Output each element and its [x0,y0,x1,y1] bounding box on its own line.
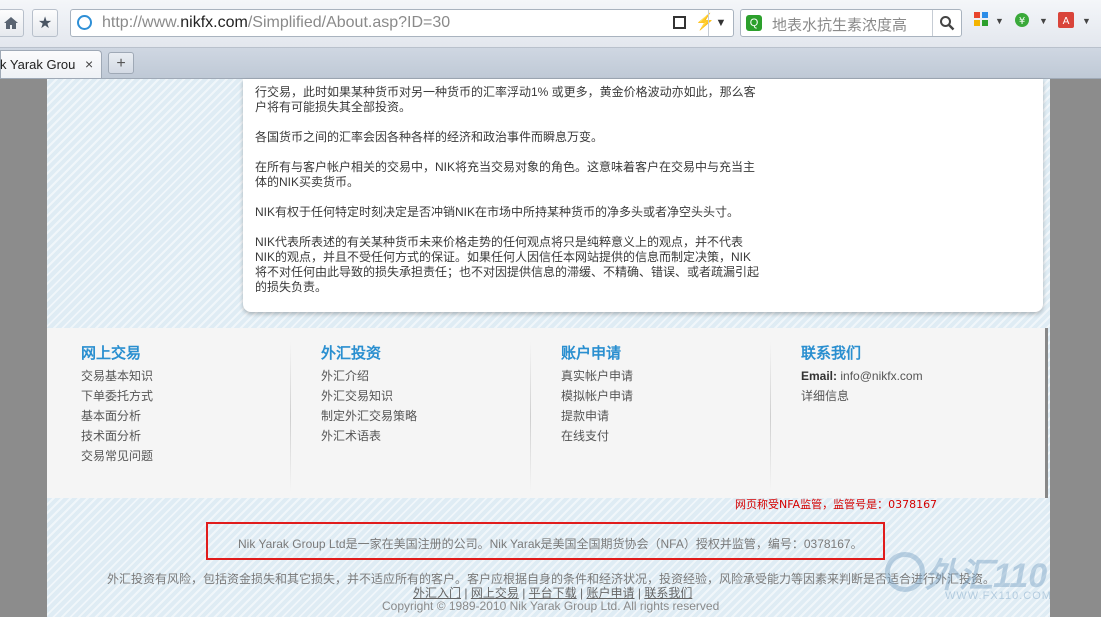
footer-bottom-link[interactable]: 账户申请 [586,586,634,600]
link-separator: | [580,586,584,600]
footer-link[interactable]: 技术面分析 [81,426,153,446]
footer-column-account: 账户申请 真实帐户申请 模拟帐户申请 提款申请 在线支付 [561,342,633,446]
link-separator: | [464,586,468,600]
new-tab-button[interactable]: + [108,52,134,74]
svg-text:¥: ¥ [1019,16,1025,27]
footer-link[interactable]: 交易常见问题 [81,446,153,466]
content-paragraph: NIK代表所表述的有关某种货币未来价格走势的任何观点将只是纯粹意义上的观点，并不… [255,235,760,294]
qr-code-icon[interactable] [673,16,686,29]
footer-link[interactable]: 基本面分析 [81,406,153,426]
footer-heading[interactable]: 网上交易 [81,342,153,363]
footer-heading[interactable]: 账户申请 [561,342,633,363]
svg-text:A: A [1063,16,1070,27]
content-paragraph: 各国货币之间的汇率会因各种各样的经济和政治事件而瞬息万变。 [255,130,604,144]
tab-title: k Yarak Grou [0,57,76,72]
email-label: Email: [801,369,838,383]
chevron-down-icon: ▼ [715,17,727,29]
apps-dropdown-icon[interactable]: ▼ [995,16,1004,26]
translate-dropdown-icon[interactable]: ▼ [1082,16,1091,26]
close-icon[interactable]: × [85,56,93,72]
browser-toolbar: ★ http://www.nikfx.com/Simplified/About.… [0,0,1101,48]
globe-icon [77,15,92,30]
footer-link[interactable]: 真实帐户申请 [561,366,633,386]
footer-link[interactable]: 外汇介绍 [321,366,417,386]
footer-heading[interactable]: 联系我们 [801,342,923,363]
search-engine-icon[interactable]: Q [746,15,762,31]
logo-circle-icon [885,552,925,592]
link-separator: | [522,586,526,600]
column-divider [530,342,531,492]
copyright-text: Copyright © 1989-2010 Nik Yarak Group Lt… [382,599,720,613]
search-button[interactable] [932,10,961,36]
registration-text: Nik Yarak Group Ltd是一家在美国注册的公司。Nik Yarak… [238,537,863,551]
footer-nav-panel: 网上交易 交易基本知识 下单委托方式 基本面分析 技术面分析 交易常见问题 外汇… [47,328,1047,498]
address-bar[interactable]: http://www.nikfx.com/Simplified/About.as… [70,9,734,37]
star-icon: ★ [37,15,53,32]
footer-bottom-link[interactable]: 网上交易 [471,586,519,600]
home-icon [4,17,18,29]
footer-link[interactable]: 在线支付 [561,426,633,446]
footer-link[interactable]: 外汇术语表 [321,426,417,446]
footer-column-forex: 外汇投资 外汇介绍 外汇交易知识 制定外汇交易策略 外汇术语表 [321,342,417,446]
content-card: 行交易，此时如果某种货币对另一种货币的汇率浮动1% 或更多，黄金价格波动亦如此，… [243,79,1043,312]
column-divider [290,342,291,492]
url-dropdown-button[interactable]: ▼ [708,10,733,36]
footer-bottom-link[interactable]: 联系我们 [644,586,692,600]
translate-icon[interactable]: A [1058,12,1074,31]
web-page: 行交易，此时如果某种货币对另一种货币的汇率浮动1% 或更多，黄金价格波动亦如此，… [47,79,1050,617]
email-line: Email: info@nikfx.com [801,366,923,386]
footer-heading[interactable]: 外汇投资 [321,342,417,363]
footer-column-trading: 网上交易 交易基本知识 下单委托方式 基本面分析 技术面分析 交易常见问题 [81,342,153,466]
content-paragraph: NIK有权于任何特定时刻决定是否冲销NIK在市场中所持某种货币的净多头或者净空头… [255,205,740,219]
apps-icon[interactable] [974,12,988,29]
column-divider [770,342,771,492]
footer-link[interactable]: 下单委托方式 [81,386,153,406]
link-separator: | [637,586,641,600]
home-button[interactable] [0,9,24,37]
panel-edge [1045,328,1048,498]
footer-link[interactable]: 模拟帐户申请 [561,386,633,406]
search-icon [940,16,955,31]
footer-link[interactable]: 外汇交易知识 [321,386,417,406]
footer-link[interactable]: 制定外汇交易策略 [321,406,417,426]
footer-bottom-link[interactable]: 平台下载 [529,586,577,600]
annotation-text: 网页称受NFA监管，监管号是：0378167 [735,498,938,511]
search-bar[interactable]: Q 地表水抗生素浓度高 [740,9,962,37]
footer-link[interactable]: 详细信息 [801,386,923,406]
footer-bottom-link[interactable]: 外汇入门 [413,586,461,600]
watermark-logo: 外汇110 WWW.FX110.COM [885,548,1095,608]
logo-site: WWW.FX110.COM [945,590,1052,602]
footer-column-contact: 联系我们 Email: info@nikfx.com 详细信息 [801,342,923,406]
search-input[interactable]: 地表水抗生素浓度高 [772,14,907,35]
tab-active[interactable]: k Yarak Grou × [0,50,102,78]
content-paragraph: 行交易，此时如果某种货币对另一种货币的汇率浮动1% 或更多，黄金价格波动亦如此，… [255,85,756,114]
shield-icon[interactable]: ¥ [1014,12,1030,31]
footer-link[interactable]: 交易基本知识 [81,366,153,386]
email-link[interactable]: info@nikfx.com [840,369,922,383]
content-paragraph: 在所有与客户帐户相关的交易中，NIK将充当交易对象的角色。这意味着客户在交易中与… [255,160,756,189]
shield-dropdown-icon[interactable]: ▼ [1039,16,1048,26]
url-text[interactable]: http://www.nikfx.com/Simplified/About.as… [102,14,450,32]
bookmark-button[interactable]: ★ [32,9,58,37]
footer-link[interactable]: 提款申请 [561,406,633,426]
highlight-box: Nik Yarak Group Ltd是一家在美国注册的公司。Nik Yarak… [206,522,885,560]
